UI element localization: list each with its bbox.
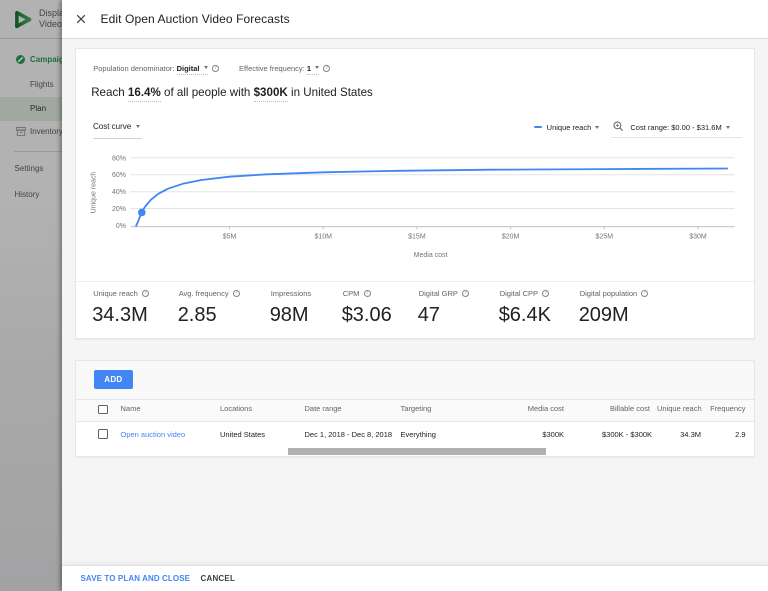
svg-text:40%: 40% <box>112 189 126 196</box>
svg-text:$30M: $30M <box>690 233 708 240</box>
svg-text:$25M: $25M <box>596 233 614 240</box>
svg-text:0%: 0% <box>116 223 126 230</box>
svg-text:20%: 20% <box>112 206 126 213</box>
svg-text:$20M: $20M <box>502 233 520 240</box>
svg-text:$15M: $15M <box>409 233 427 240</box>
svg-text:$10M: $10M <box>315 233 333 240</box>
svg-text:60%: 60% <box>112 172 126 179</box>
svg-text:Media cost: Media cost <box>414 251 448 258</box>
svg-text:$5M: $5M <box>223 233 237 240</box>
svg-text:80%: 80% <box>112 155 126 162</box>
svg-text:Unique reach: Unique reach <box>91 171 98 213</box>
